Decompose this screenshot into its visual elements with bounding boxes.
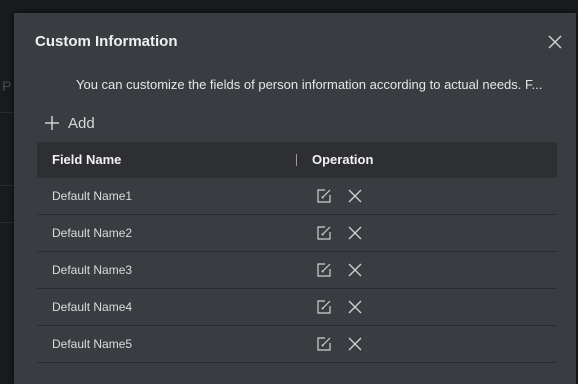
delete-button[interactable] bbox=[348, 226, 362, 240]
edit-icon bbox=[317, 189, 331, 203]
delete-icon bbox=[348, 337, 362, 351]
close-icon bbox=[548, 35, 562, 49]
delete-icon bbox=[348, 226, 362, 240]
edit-icon bbox=[317, 300, 331, 314]
field-name-cell: Default Name3 bbox=[52, 263, 133, 277]
delete-button[interactable] bbox=[348, 263, 362, 277]
table-header: Field Name Operation bbox=[37, 142, 557, 178]
edit-button[interactable] bbox=[316, 336, 332, 352]
close-button[interactable] bbox=[546, 33, 564, 51]
table-row: Default Name4 bbox=[37, 289, 557, 326]
delete-button[interactable] bbox=[348, 189, 362, 203]
delete-button[interactable] bbox=[348, 300, 362, 314]
delete-icon bbox=[348, 263, 362, 277]
table-row: Default Name2 bbox=[37, 215, 557, 252]
plus-icon bbox=[45, 116, 59, 130]
background-partial-text: P bbox=[2, 78, 12, 94]
delete-button[interactable] bbox=[348, 337, 362, 351]
add-field-button[interactable]: Add bbox=[44, 113, 95, 133]
column-resize-handle[interactable] bbox=[296, 154, 297, 166]
edit-button[interactable] bbox=[316, 225, 332, 241]
delete-icon bbox=[348, 300, 362, 314]
edit-button[interactable] bbox=[316, 299, 332, 315]
custom-fields-table: Field Name Operation Default Name1 Defaul… bbox=[37, 142, 557, 363]
table-row: Default Name1 bbox=[37, 178, 557, 215]
field-name-cell: Default Name4 bbox=[52, 300, 133, 314]
edit-icon bbox=[317, 263, 331, 277]
table-body: Default Name1 Default Name2 Default Name3 D… bbox=[37, 178, 557, 363]
dialog-description: You can customize the fields of person i… bbox=[76, 77, 543, 92]
field-name-cell: Default Name5 bbox=[52, 337, 133, 351]
field-name-cell: Default Name2 bbox=[52, 226, 133, 240]
column-header-operation: Operation bbox=[312, 152, 374, 167]
edit-icon bbox=[317, 226, 331, 240]
custom-information-dialog: Custom Information You can customize the… bbox=[14, 13, 576, 384]
table-row: Default Name5 bbox=[37, 326, 557, 363]
background-divider bbox=[0, 185, 14, 186]
field-name-cell: Default Name1 bbox=[52, 189, 133, 203]
column-header-field-name: Field Name bbox=[52, 152, 122, 167]
add-label: Add bbox=[68, 114, 95, 132]
background-divider bbox=[0, 112, 14, 113]
edit-button[interactable] bbox=[316, 262, 332, 278]
dialog-title: Custom Information bbox=[35, 33, 178, 50]
delete-icon bbox=[348, 189, 362, 203]
table-row: Default Name3 bbox=[37, 252, 557, 289]
edit-icon bbox=[317, 337, 331, 351]
edit-button[interactable] bbox=[316, 188, 332, 204]
background-divider bbox=[0, 222, 14, 223]
